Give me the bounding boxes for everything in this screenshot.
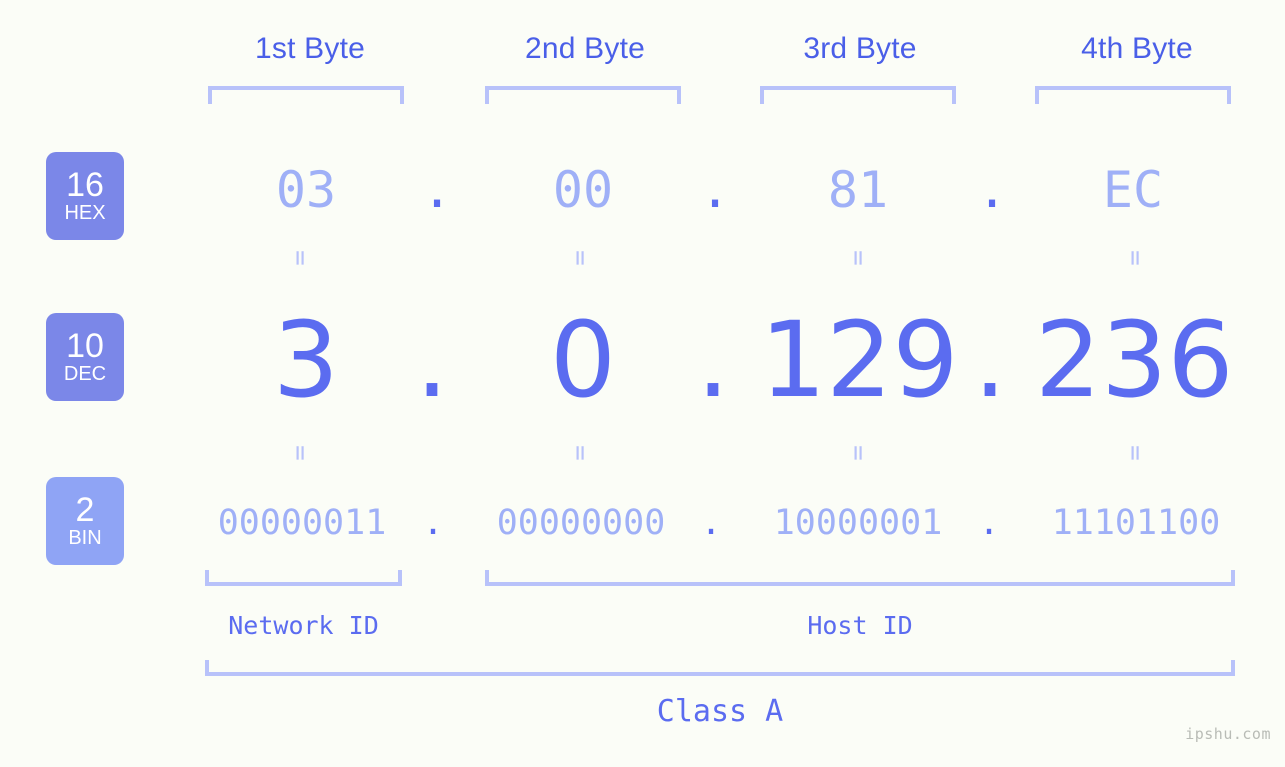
equals-connector: = <box>843 250 873 266</box>
byte-header-1: 1st Byte <box>255 32 365 65</box>
byte-bracket-2 <box>485 86 681 104</box>
base-badge-dec-kind: DEC <box>63 363 107 385</box>
equals-connector: = <box>1120 250 1150 266</box>
equals-connector: = <box>1120 445 1150 461</box>
binary-row: 00000011 . 00000000 . 10000001 . 1110110… <box>150 492 1285 554</box>
base-badge-bin-number: 2 <box>75 491 95 529</box>
dec-separator-1: . <box>415 299 449 421</box>
dec-byte-2: 0 <box>549 299 617 421</box>
equals-connector: = <box>285 250 315 266</box>
bin-separator-2: . <box>700 503 722 543</box>
ip-address-diagram: 1st Byte 2nd Byte 3rd Byte 4th Byte 16 H… <box>0 0 1285 767</box>
equals-row-hex-dec: = = = = <box>0 243 1285 273</box>
network-id-bracket <box>205 570 402 586</box>
host-id-label: Host ID <box>807 611 913 640</box>
class-bracket <box>205 660 1235 676</box>
bin-separator-1: . <box>422 503 444 543</box>
byte-bracket-1 <box>208 86 404 104</box>
byte-bracket-4 <box>1035 86 1231 104</box>
network-id-label: Network ID <box>228 611 379 640</box>
base-badge-bin: 2 BIN <box>46 477 124 565</box>
decimal-row: 3 . 0 . 129 . 236 <box>150 300 1285 420</box>
hex-row: 03 . 00 . 81 . EC <box>150 150 1285 230</box>
dec-byte-1: 3 <box>272 299 340 421</box>
base-badge-dec: 10 DEC <box>46 313 124 401</box>
base-badge-bin-kind: BIN <box>68 527 102 549</box>
hex-separator-2: . <box>700 161 731 219</box>
equals-connector: = <box>843 445 873 461</box>
byte-bracket-3 <box>760 86 956 104</box>
hex-byte-4: EC <box>1102 161 1164 219</box>
equals-row-dec-bin: = = = = <box>0 438 1285 468</box>
hex-separator-3: . <box>977 161 1008 219</box>
dec-separator-3: . <box>973 299 1007 421</box>
base-badge-hex: 16 HEX <box>46 152 124 240</box>
bin-separator-3: . <box>978 503 1000 543</box>
bin-byte-2: 00000000 <box>496 503 666 543</box>
dec-byte-3: 129 <box>760 299 959 421</box>
host-id-bracket <box>485 570 1235 586</box>
hex-separator-1: . <box>422 161 453 219</box>
dec-separator-2: . <box>696 299 730 421</box>
bin-byte-1: 00000011 <box>217 503 387 543</box>
equals-connector: = <box>565 250 595 266</box>
bin-byte-3: 10000001 <box>773 503 943 543</box>
byte-header-3: 3rd Byte <box>803 32 917 65</box>
base-badge-hex-kind: HEX <box>64 202 106 224</box>
bin-byte-4: 11101100 <box>1051 503 1221 543</box>
equals-connector: = <box>285 445 315 461</box>
byte-header-4: 4th Byte <box>1081 32 1193 65</box>
site-watermark: ipshu.com <box>1185 725 1271 743</box>
hex-byte-1: 03 <box>275 161 337 219</box>
base-badge-hex-number: 16 <box>66 166 104 204</box>
class-label: Class A <box>656 694 784 729</box>
equals-connector: = <box>565 445 595 461</box>
hex-byte-2: 00 <box>552 161 614 219</box>
base-badge-dec-number: 10 <box>66 327 104 365</box>
hex-byte-3: 81 <box>827 161 889 219</box>
byte-header-2: 2nd Byte <box>524 32 646 65</box>
dec-byte-4: 236 <box>1035 299 1234 421</box>
